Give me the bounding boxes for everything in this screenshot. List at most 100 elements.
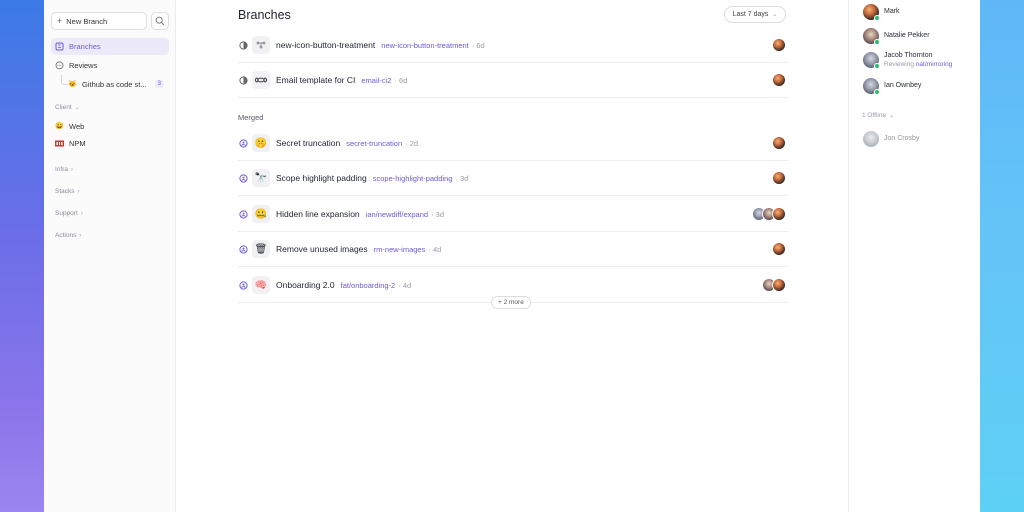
branch-name-link[interactable]: ian/newdiff/expand xyxy=(366,210,428,219)
section-infra[interactable]: Infra › xyxy=(55,166,73,173)
branch-name-link[interactable]: email-ci2 xyxy=(361,76,391,85)
offline-count-label: 1 Offline xyxy=(862,112,887,119)
avatar xyxy=(863,52,880,69)
half-circle-status-icon xyxy=(238,75,248,85)
telescope-emoji-icon: 🔭 xyxy=(252,169,270,187)
branch-name-link[interactable]: secret-truncation xyxy=(346,139,402,148)
online-indicator xyxy=(874,39,880,45)
avatar-group xyxy=(772,38,786,52)
section-client[interactable]: Client ⌄ xyxy=(55,104,80,111)
main-content: Branches Last 7 days ⌄ new-icon-button-t… xyxy=(176,0,848,512)
branch-age: · 4d xyxy=(428,245,442,254)
status-prefix: Reviewing xyxy=(884,60,914,68)
date-range-dropdown[interactable]: Last 7 days ⌄ xyxy=(724,6,786,23)
chevron-right-icon: › xyxy=(77,188,80,195)
branch-age: · 6d xyxy=(394,76,408,85)
person-jacob[interactable]: Jacob Thornton Reviewing nat/mirroring xyxy=(863,52,952,69)
grinning-face-emoji-icon: 😄 xyxy=(55,123,64,130)
status-branch-link[interactable]: nat/mirroring xyxy=(916,61,952,68)
person-name: Natalie Pekker xyxy=(884,31,930,39)
sidebar-item-reviews[interactable]: Reviews xyxy=(51,57,169,74)
branch-age: · 4d xyxy=(398,281,412,290)
branch-title: Scope highlight padding xyxy=(276,173,367,183)
person-status: Reviewing nat/mirroring xyxy=(884,61,952,68)
branch-title-line: Onboarding 2.0 fat/onboarding-2 · 4d xyxy=(276,280,411,290)
chevron-down-icon: ⌄ xyxy=(889,113,895,119)
branch-row[interactable]: 🤫 Secret truncation secret-truncation · 2d xyxy=(238,126,788,161)
new-branch-button[interactable]: + New Branch xyxy=(51,12,147,30)
branch-age: · 3d xyxy=(431,210,445,219)
branch-title: Email template for CI xyxy=(276,75,356,85)
people-panel: Mark Natalie Pekker Jacob Thornton Revie… xyxy=(848,0,980,512)
brain-emoji-icon: 🧠 xyxy=(252,276,270,294)
search-button[interactable] xyxy=(151,12,169,30)
sidebar-item-branches[interactable]: Branches xyxy=(51,38,169,55)
merged-section-label: Merged xyxy=(238,113,264,122)
section-label: Client xyxy=(55,104,72,111)
offline-section[interactable]: 1 Offline ⌄ xyxy=(862,112,894,119)
git-graph-icon xyxy=(252,36,270,54)
section-label: Actions xyxy=(55,232,77,239)
branch-title-line: new-icon-button-treatment new-icon-button… xyxy=(276,40,485,50)
avatar[interactable] xyxy=(772,171,786,185)
avatar-group xyxy=(772,171,786,185)
sidebar-item-label: Branches xyxy=(69,42,101,51)
merged-status-icon xyxy=(238,138,248,148)
avatar[interactable] xyxy=(772,242,786,256)
branch-row[interactable]: 🤐 Hidden line expansion ian/newdiff/expan… xyxy=(238,197,788,232)
branch-age: · 6d xyxy=(471,41,485,50)
branch-title-line: Secret truncation secret-truncation · 2d xyxy=(276,138,418,148)
section-support[interactable]: Support › xyxy=(55,210,83,217)
search-icon xyxy=(155,16,165,26)
npm-logo-icon xyxy=(55,139,64,148)
branch-row[interactable]: new-icon-button-treatment new-icon-button… xyxy=(238,28,788,63)
person-name: Ian Ownbey xyxy=(884,81,922,89)
avatar-group xyxy=(772,242,786,256)
avatar[interactable] xyxy=(772,136,786,150)
branch-name-link[interactable]: new-icon-button-treatment xyxy=(381,41,469,50)
branch-row[interactable]: Email template for CI email-ci2 · 6d xyxy=(238,63,788,98)
avatar xyxy=(863,78,880,95)
sidebar-item-web[interactable]: 😄 Web xyxy=(51,118,169,135)
person-name: Mark xyxy=(884,7,900,15)
branch-name-link[interactable]: rm-new-images xyxy=(374,245,426,254)
sidebar-item-npm[interactable]: NPM xyxy=(51,135,169,152)
branch-row[interactable]: 🔭 Scope highlight padding scope-highlight… xyxy=(238,161,788,196)
avatar-group xyxy=(772,73,786,87)
chevron-right-icon: › xyxy=(80,210,83,217)
avatar[interactable] xyxy=(772,207,786,221)
person-natalie[interactable]: Natalie Pekker xyxy=(863,28,930,45)
section-actions[interactable]: Actions › xyxy=(55,232,81,239)
merged-status-icon xyxy=(238,244,248,254)
sidebar: + New Branch Branches Reviews 🐱 Github a… xyxy=(44,0,176,512)
cat-face-emoji-icon: 🐱 xyxy=(68,81,77,88)
branch-name-link[interactable]: scope-highlight-padding xyxy=(373,174,453,183)
avatar[interactable] xyxy=(772,278,786,292)
branch-age: · 2d xyxy=(405,139,419,148)
sidebar-item-label: Reviews xyxy=(69,61,98,70)
page-title: Branches xyxy=(238,8,291,22)
branch-row[interactable]: 🗑 Remove unused images rm-new-images · 4d xyxy=(238,232,788,267)
branch-title-line: Scope highlight padding scope-highlight-p… xyxy=(276,173,468,183)
half-circle-status-icon xyxy=(238,40,248,50)
person-ian[interactable]: Ian Ownbey xyxy=(863,78,922,95)
app-window: + New Branch Branches Reviews 🐱 Github a… xyxy=(44,0,980,512)
avatar xyxy=(863,4,880,21)
branch-title: Hidden line expansion xyxy=(276,209,360,219)
person-name: Jacob Thornton xyxy=(884,52,933,60)
branch-name-link[interactable]: fat/onboarding-2 xyxy=(341,281,396,290)
branch-title: new-icon-button-treatment xyxy=(276,40,376,50)
sidebar-item-github-as-code[interactable]: 🐱 Github as code st... 3 xyxy=(64,76,169,93)
zipper-face-emoji-icon: 🤐 xyxy=(252,205,270,223)
branch-title-line: Remove unused images rm-new-images · 4d xyxy=(276,244,441,254)
person-mark[interactable]: Mark xyxy=(863,4,900,21)
avatar[interactable] xyxy=(772,73,786,87)
person-jon[interactable]: Jon Crosby xyxy=(863,131,919,147)
section-stacks[interactable]: Stacks › xyxy=(55,188,80,195)
plus-icon: + xyxy=(57,16,63,26)
chevron-right-icon: › xyxy=(79,232,82,239)
online-indicator xyxy=(874,89,880,95)
avatar[interactable] xyxy=(772,38,786,52)
avatar-group xyxy=(752,207,786,221)
show-more-button[interactable]: + 2 more xyxy=(491,296,531,309)
